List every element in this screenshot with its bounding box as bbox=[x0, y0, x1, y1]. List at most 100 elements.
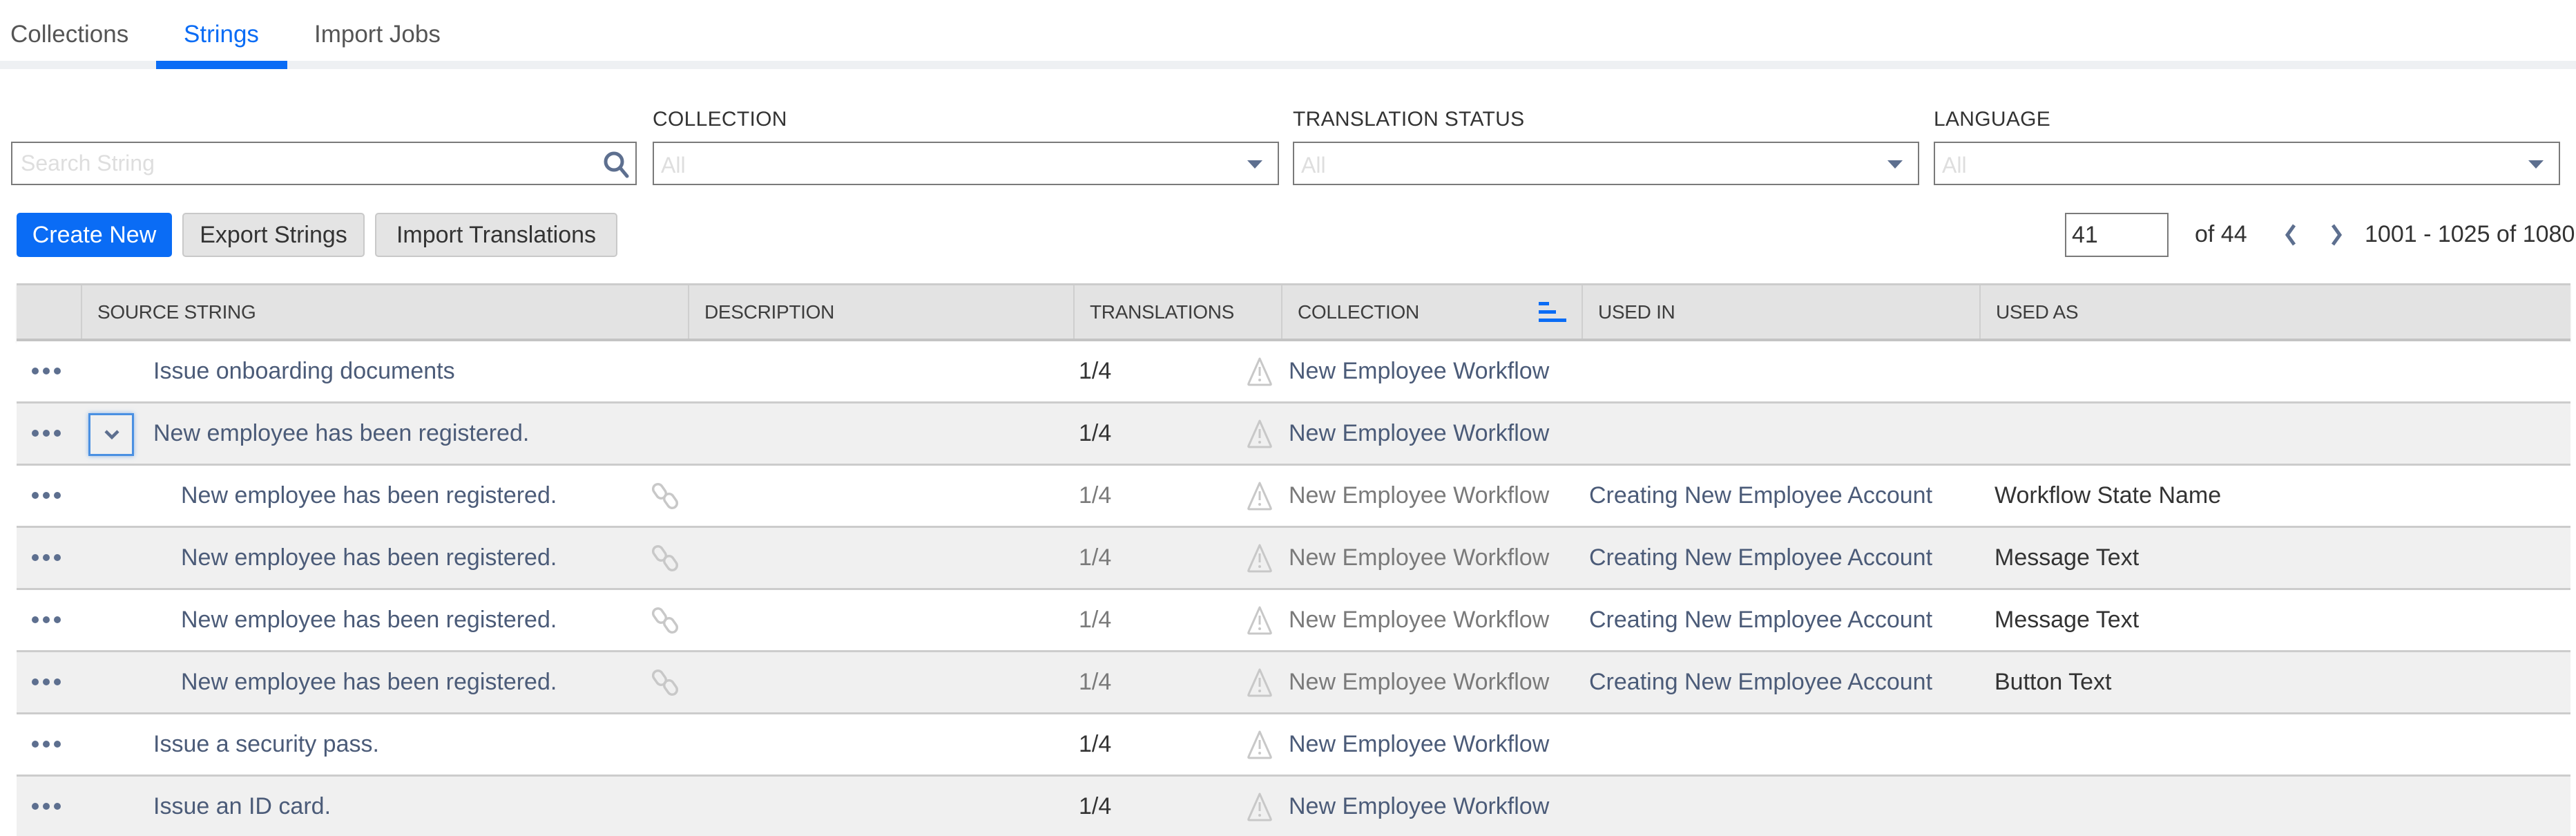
table-header: SOURCE STRING DESCRIPTION TRANSLATIONS C… bbox=[17, 283, 2570, 341]
translations-count: 1/4 bbox=[1079, 544, 1112, 571]
used-as: Workflow State Name bbox=[1995, 482, 2222, 509]
source-string[interactable]: New employee has been registered. bbox=[153, 403, 529, 464]
header-description[interactable]: DESCRIPTION bbox=[688, 285, 1073, 339]
warning-icon bbox=[1247, 668, 1272, 697]
table-row[interactable]: New employee has been registered. 1/4 Ne… bbox=[17, 590, 2570, 652]
collection-select[interactable]: All bbox=[653, 142, 1279, 185]
more-actions-icon[interactable] bbox=[32, 492, 61, 499]
tab-strings[interactable]: Strings bbox=[184, 17, 259, 53]
warning-icon bbox=[1247, 730, 1272, 759]
header-collection-label: COLLECTION bbox=[1298, 301, 1419, 323]
search-field[interactable] bbox=[11, 142, 637, 185]
more-actions-icon[interactable] bbox=[32, 554, 61, 561]
source-string[interactable]: Issue an ID card. bbox=[153, 777, 331, 836]
collection-link[interactable]: New Employee Workflow bbox=[1289, 652, 1549, 712]
warning-icon bbox=[1247, 792, 1272, 821]
source-string[interactable]: New employee has been registered. bbox=[181, 652, 557, 712]
language-select[interactable]: All bbox=[1934, 142, 2560, 185]
tab-import-jobs[interactable]: Import Jobs bbox=[314, 17, 441, 53]
collection-filter-label: COLLECTION bbox=[653, 108, 787, 131]
collection-link[interactable]: New Employee Workflow bbox=[1289, 590, 1549, 650]
caret-down-icon bbox=[1887, 160, 1903, 169]
translation-status-select[interactable]: All bbox=[1293, 142, 1919, 185]
used-as: Message Text bbox=[1995, 607, 2140, 633]
collection-link[interactable]: New Employee Workflow bbox=[1289, 777, 1549, 836]
page-number-field[interactable] bbox=[2065, 213, 2169, 257]
used-in-link[interactable]: Creating New Employee Account bbox=[1589, 590, 1932, 650]
source-string[interactable]: Issue onboarding documents bbox=[153, 341, 455, 401]
header-translations[interactable]: TRANSLATIONS bbox=[1073, 285, 1281, 339]
table-row[interactable]: New employee has been registered. 1/4 Ne… bbox=[17, 528, 2570, 590]
tab-strip bbox=[0, 61, 2576, 69]
header-used-as[interactable]: USED AS bbox=[1979, 285, 2570, 339]
used-in-link[interactable]: Creating New Employee Account bbox=[1589, 528, 1932, 588]
link-icon bbox=[652, 607, 679, 634]
more-actions-icon[interactable] bbox=[32, 678, 61, 685]
page-count: of 44 bbox=[2195, 221, 2247, 247]
warning-icon bbox=[1247, 544, 1272, 573]
results-range: 1001 - 1025 of 1080 bbox=[2365, 221, 2575, 247]
search-input[interactable] bbox=[12, 143, 635, 184]
more-actions-icon[interactable] bbox=[32, 616, 61, 623]
warning-icon bbox=[1247, 482, 1272, 511]
strings-table: SOURCE STRING DESCRIPTION TRANSLATIONS C… bbox=[17, 283, 2570, 836]
more-actions-icon[interactable] bbox=[32, 430, 61, 437]
source-string[interactable]: New employee has been registered. bbox=[181, 466, 557, 526]
collection-link[interactable]: New Employee Workflow bbox=[1289, 714, 1549, 775]
more-actions-icon[interactable] bbox=[32, 803, 61, 810]
collection-link[interactable]: New Employee Workflow bbox=[1289, 528, 1549, 588]
more-actions-icon[interactable] bbox=[32, 368, 61, 374]
used-as: Button Text bbox=[1995, 669, 2112, 695]
link-icon bbox=[652, 669, 679, 696]
table-row[interactable]: Issue onboarding documents 1/4 New Emplo… bbox=[17, 341, 2570, 403]
chevron-down-icon bbox=[104, 430, 119, 440]
tab-collections[interactable]: Collections bbox=[10, 17, 128, 53]
next-page-icon[interactable] bbox=[2326, 222, 2347, 247]
active-tab-indicator bbox=[156, 61, 287, 69]
table-row[interactable]: Issue an ID card. 1/4 New Employee Workf… bbox=[17, 777, 2570, 836]
language-select-value: All bbox=[1942, 153, 1967, 178]
translation-status-select-value: All bbox=[1301, 153, 1326, 178]
warning-icon bbox=[1247, 606, 1272, 635]
search-icon[interactable] bbox=[601, 149, 631, 179]
collection-link[interactable]: New Employee Workflow bbox=[1289, 466, 1549, 526]
caret-down-icon bbox=[1247, 160, 1262, 169]
source-string[interactable]: New employee has been registered. bbox=[181, 590, 557, 650]
table-body: Issue onboarding documents 1/4 New Emplo… bbox=[17, 341, 2570, 836]
translations-count: 1/4 bbox=[1079, 482, 1112, 509]
header-used-in[interactable]: USED IN bbox=[1582, 285, 1979, 339]
source-string[interactable]: Issue a security pass. bbox=[153, 714, 379, 775]
translations-count: 1/4 bbox=[1079, 607, 1112, 633]
header-source-string[interactable]: SOURCE STRING bbox=[81, 285, 688, 339]
page-number-input[interactable] bbox=[2066, 214, 2167, 256]
translations-count: 1/4 bbox=[1079, 420, 1112, 446]
warning-icon bbox=[1247, 357, 1272, 386]
import-translations-button[interactable]: Import Translations bbox=[375, 213, 617, 257]
header-actions bbox=[17, 285, 81, 339]
table-row[interactable]: New employee has been registered. 1/4 Ne… bbox=[17, 403, 2570, 466]
previous-page-icon[interactable] bbox=[2280, 222, 2301, 247]
translations-count: 1/4 bbox=[1079, 731, 1112, 757]
collection-link[interactable]: New Employee Workflow bbox=[1289, 403, 1549, 464]
sort-ascending-icon[interactable] bbox=[1539, 301, 1568, 323]
source-string[interactable]: New employee has been registered. bbox=[181, 528, 557, 588]
translations-count: 1/4 bbox=[1079, 793, 1112, 819]
expand-toggle-button[interactable] bbox=[88, 413, 134, 456]
used-in-link[interactable]: Creating New Employee Account bbox=[1589, 652, 1932, 712]
translation-status-filter-label: TRANSLATION STATUS bbox=[1293, 108, 1525, 131]
tab-bar: Collections Strings Import Jobs bbox=[0, 0, 2576, 69]
create-new-button[interactable]: Create New bbox=[17, 213, 172, 257]
collection-link[interactable]: New Employee Workflow bbox=[1289, 341, 1549, 401]
translations-count: 1/4 bbox=[1079, 358, 1112, 384]
warning-icon bbox=[1247, 419, 1272, 448]
used-as: Message Text bbox=[1995, 544, 2140, 571]
table-row[interactable]: New employee has been registered. 1/4 Ne… bbox=[17, 652, 2570, 714]
table-row[interactable]: Issue a security pass. 1/4 New Employee … bbox=[17, 714, 2570, 777]
more-actions-icon[interactable] bbox=[32, 741, 61, 748]
export-strings-button[interactable]: Export Strings bbox=[182, 213, 365, 257]
link-icon bbox=[652, 544, 679, 572]
used-in-link[interactable]: Creating New Employee Account bbox=[1589, 466, 1932, 526]
header-collection[interactable]: COLLECTION bbox=[1281, 285, 1582, 339]
translations-count: 1/4 bbox=[1079, 669, 1112, 695]
table-row[interactable]: New employee has been registered. 1/4 Ne… bbox=[17, 466, 2570, 528]
